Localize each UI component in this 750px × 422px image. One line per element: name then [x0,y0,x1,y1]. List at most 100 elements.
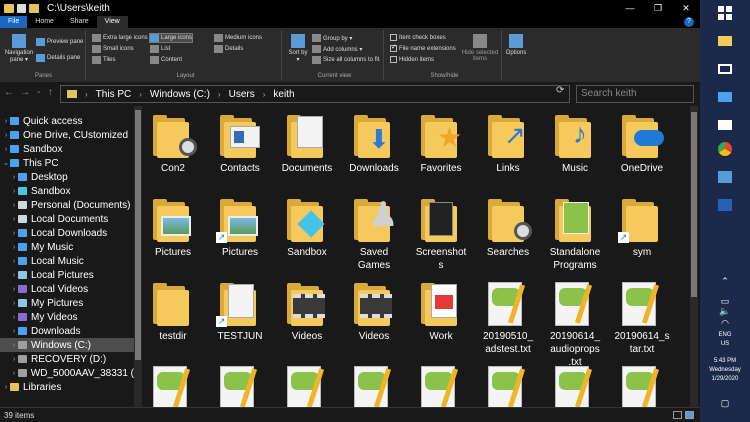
folder-item[interactable]: Pictures [140,196,206,259]
nav-item[interactable]: › Sandbox [0,184,134,198]
file-explorer-icon[interactable] [717,34,733,48]
file-item[interactable]: 20190614_ audioprops .txt [542,280,608,369]
add-columns-button[interactable]: Add columns ▾ [312,45,362,53]
large-icons-view-icon[interactable] [685,411,694,419]
file-item[interactable] [609,364,675,407]
details-view-icon[interactable] [673,411,682,419]
address-bar[interactable]: › This PC › Windows (C:) › Users › keith [60,85,570,103]
layout-list[interactable]: List [150,45,170,53]
content-scrollbar-thumb[interactable] [691,112,697,297]
expand-chevron-icon[interactable]: › [2,132,10,139]
folder-icon[interactable] [4,3,14,13]
folder-item[interactable]: Screenshot s [408,196,474,272]
item-check-boxes-toggle[interactable]: Item check boxes [390,34,446,41]
nav-item[interactable]: › Sandbox [0,142,134,156]
folder-item[interactable]: Documents [274,112,340,175]
nav-item[interactable]: › Quick access [0,114,134,128]
preview-pane-button[interactable]: Preview pane [36,38,83,46]
options-button[interactable]: Options [504,34,528,56]
folder-item[interactable]: Videos [341,280,407,343]
clock-time[interactable]: 5:43 PM [700,358,750,364]
nav-item[interactable]: › Local Documents [0,212,134,226]
file-item[interactable]: 20190510_ adstest.txt [475,280,541,356]
store-icon[interactable] [717,90,733,104]
folder-item[interactable]: ★ Favorites [408,112,474,175]
powershell-icon[interactable] [717,198,733,212]
file-name-extensions-toggle[interactable]: File name extensions [390,43,456,52]
folder-item[interactable]: Con2 [140,112,206,175]
recent-chevron-icon[interactable]: ⌄ [36,87,42,98]
file-item[interactable] [140,364,206,407]
nav-item[interactable]: › Libraries [0,380,134,394]
folder-item[interactable]: ↗ sym [609,196,675,259]
nav-item[interactable]: › My Music [0,240,134,254]
mail-icon[interactable] [717,118,733,132]
file-item[interactable] [274,364,340,407]
chevron-up-icon[interactable]: ⌃ [719,276,731,286]
chevron-right-icon[interactable]: › [218,90,221,99]
expand-chevron-icon[interactable]: › [10,286,18,293]
forward-arrow-icon[interactable]: → [20,87,30,98]
content-scrollbar[interactable] [690,106,698,407]
navigation-pane-button[interactable]: Navigation pane ▾ [4,34,34,63]
folder-item[interactable]: Searches [475,196,541,259]
minimize-button[interactable]: — [616,0,644,16]
breadcrumb-this-pc[interactable]: This PC [96,89,132,100]
back-arrow-icon[interactable]: ← [4,87,14,98]
folder-item[interactable]: Videos [274,280,340,343]
layout-details[interactable]: Details [214,45,243,53]
folder-item[interactable]: ↗ Pictures [207,196,273,259]
tab-share[interactable]: Share [62,16,97,28]
layout-medium-icons[interactable]: Medium icons [214,34,262,42]
file-item[interactable] [341,364,407,407]
nav-item[interactable]: › Desktop [0,170,134,184]
expand-chevron-icon[interactable]: ⌄ [2,159,10,167]
nav-item[interactable]: ⌄ This PC [0,156,134,170]
expand-chevron-icon[interactable]: › [2,146,10,153]
nav-item[interactable]: › Local Downloads [0,226,134,240]
chevron-right-icon[interactable]: › [139,90,142,99]
clock-day[interactable]: Wednesday [700,367,750,373]
layout-small-icons[interactable]: Small icons [92,45,134,53]
hide-selected-button[interactable]: Hide selected items [460,34,500,62]
file-item[interactable] [542,364,608,407]
expand-chevron-icon[interactable]: › [10,370,18,377]
tab-view[interactable]: View [96,16,128,28]
folder-item[interactable]: testdir [140,280,206,343]
expand-chevron-icon[interactable]: › [10,188,18,195]
chevron-right-icon[interactable]: › [85,90,88,99]
layout-content[interactable]: Content [150,56,182,64]
chevron-right-icon[interactable]: › [263,90,266,99]
help-icon[interactable]: ? [684,17,694,27]
nav-item[interactable]: › Personal (Documents) [0,198,134,212]
wifi-icon[interactable]: ◠ [719,318,731,328]
folder-item[interactable]: ⬇ Downloads [341,112,407,175]
expand-chevron-icon[interactable]: › [10,272,18,279]
chrome-icon[interactable] [717,142,733,156]
nav-item[interactable]: › RECOVERY (D:) [0,352,134,366]
windows-start-icon[interactable] [717,6,733,20]
details-pane-button[interactable]: Details pane [36,54,80,62]
folder-item[interactable]: OneDrive [609,112,675,175]
expand-chevron-icon[interactable]: › [10,328,18,335]
expand-chevron-icon[interactable]: › [10,216,18,223]
refresh-icon[interactable]: ⟳ [556,85,564,96]
nav-item[interactable]: › Downloads [0,324,134,338]
expand-chevron-icon[interactable]: › [2,118,10,125]
expand-chevron-icon[interactable]: › [10,314,18,321]
region-label[interactable]: US [700,341,750,347]
volume-icon[interactable]: 🔈 [719,306,731,316]
layout-tiles[interactable]: Tiles [92,56,115,64]
layout-extra-large-icons[interactable]: Extra large icons [92,34,148,42]
close-button[interactable]: ✕ [672,0,700,16]
folder-item[interactable]: Sandbox [274,196,340,259]
sort-by-button[interactable]: Sort by ▾ [288,34,308,63]
search-input[interactable]: Search keith [576,85,694,103]
properties-icon[interactable] [17,3,26,13]
expand-chevron-icon[interactable]: › [10,202,18,209]
tab-home[interactable]: Home [27,16,62,28]
file-item[interactable] [475,364,541,407]
group-by-button[interactable]: Group by ▾ [312,34,352,42]
folder-item[interactable]: ↗ TESTJUN [207,280,273,343]
maximize-button[interactable]: ❐ [644,0,672,16]
